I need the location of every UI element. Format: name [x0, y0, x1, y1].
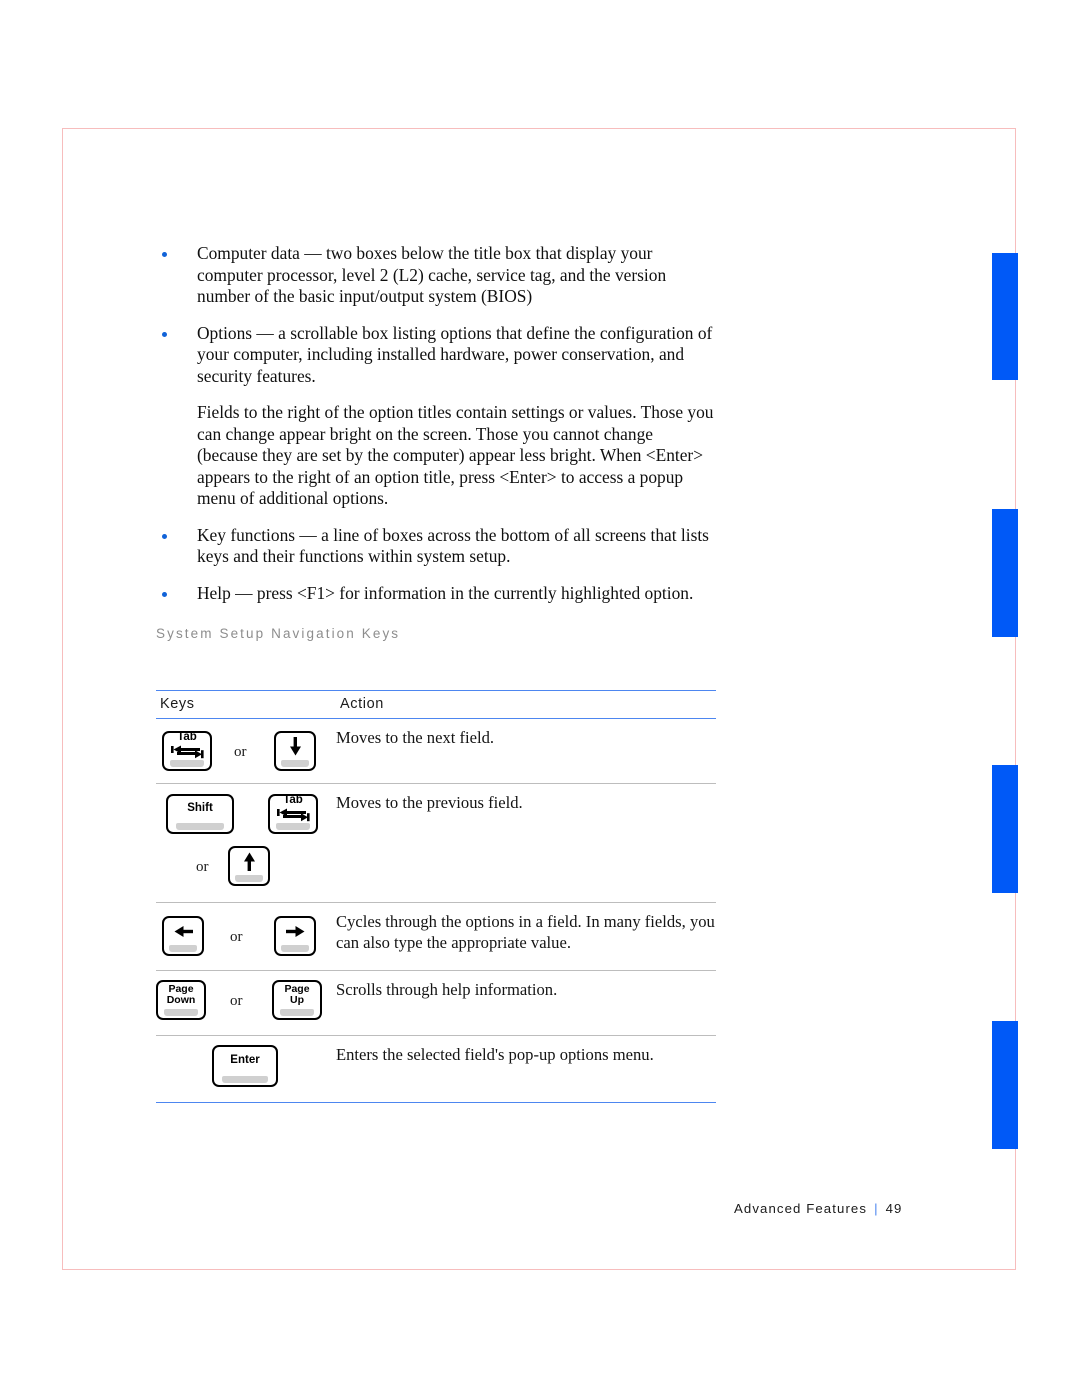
- table-row: or Cycles through the options in a field…: [156, 903, 716, 970]
- bullet-dot-icon: [162, 591, 167, 597]
- table-row: Page Down or Page Up Scrolls through hel…: [156, 971, 716, 1035]
- tab-arrows-icon: [276, 807, 310, 823]
- column-header-keys: Keys: [160, 696, 195, 712]
- bullet-item: Key functions — a line of boxes across t…: [156, 525, 718, 568]
- key-lip: [280, 945, 310, 952]
- row4-action-text: Scrolls through help information.: [336, 980, 558, 999]
- bullet-item: Help — press <F1> for information in the…: [156, 583, 718, 605]
- arrow-right-icon: [285, 924, 305, 939]
- key-enter-label: Enter: [230, 1054, 260, 1067]
- page-footer: Advanced Features | 49: [734, 1201, 902, 1216]
- key-lip: [234, 875, 264, 882]
- key-separator-or: or: [196, 859, 209, 875]
- tab-arrows-icon: [170, 744, 204, 760]
- key-page-up-label-line2: Up: [290, 994, 304, 1006]
- column-header-action: Action: [340, 696, 384, 712]
- key-separator-or: or: [234, 744, 247, 760]
- bullet-text: Computer data — two boxes below the titl…: [197, 243, 667, 306]
- key-arrow-right[interactable]: [274, 916, 316, 956]
- section-heading: System Setup Navigation Keys: [156, 626, 401, 641]
- body-paragraph: Fields to the right of the option titles…: [197, 402, 714, 508]
- edge-tab-3: [992, 765, 1018, 893]
- document-body: Computer data — two boxes below the titl…: [156, 243, 718, 619]
- key-shift-label: Shift: [187, 802, 213, 815]
- bullet-dot-icon: [162, 252, 167, 257]
- key-arrow-left[interactable]: [162, 916, 204, 956]
- key-lip: [176, 823, 224, 830]
- table-row: Enter Enters the selected field's pop-up…: [156, 1036, 716, 1100]
- navigation-keys-table: Keys Action Tab or Moves to the next fie…: [156, 690, 716, 1103]
- key-lip: [279, 1009, 315, 1016]
- bullet-text: Options — a scrollable box listing optio…: [197, 322, 713, 386]
- key-lip: [168, 945, 198, 952]
- row5-action-text: Enters the selected field's pop-up optio…: [336, 1045, 654, 1064]
- key-lip: [275, 823, 311, 830]
- key-lip: [163, 1009, 199, 1016]
- arrow-up-icon: [242, 852, 257, 871]
- key-tab-label: Tab: [283, 794, 303, 806]
- key-page-up[interactable]: Page Up: [272, 980, 322, 1020]
- key-lip: [280, 760, 310, 767]
- key-shift[interactable]: Shift: [166, 794, 234, 834]
- edge-tab-1: [992, 253, 1018, 380]
- key-tab[interactable]: Tab: [268, 794, 318, 834]
- arrow-down-icon: [288, 736, 303, 756]
- edge-tab-2: [992, 509, 1018, 637]
- bullet-item: Options — a scrollable box listing optio…: [156, 323, 718, 388]
- key-page-down[interactable]: Page Down: [156, 980, 206, 1020]
- bullet-item: Computer data — two boxes below the titl…: [156, 243, 718, 308]
- key-arrow-down[interactable]: [274, 731, 316, 771]
- key-enter[interactable]: Enter: [212, 1045, 278, 1087]
- table-bottom-rule: [156, 1102, 716, 1103]
- key-arrow-up[interactable]: [228, 846, 270, 886]
- bullet-dot-icon: [162, 533, 167, 539]
- footer-chapter: Advanced Features: [734, 1201, 868, 1216]
- bullet-dot-icon: [162, 331, 167, 337]
- arrow-left-icon: [174, 924, 193, 939]
- row2-action-text: Moves to the previous field.: [336, 793, 523, 812]
- key-separator-or: or: [230, 993, 243, 1009]
- bullet-text: Key functions — a line of boxes across t…: [197, 524, 709, 567]
- key-lip: [222, 1076, 268, 1083]
- table-row: Shift Tab or Moves to the previous field…: [156, 784, 716, 902]
- row3-action-text: Cycles through the options in a field. I…: [336, 912, 715, 952]
- row1-action-text: Moves to the next field.: [336, 728, 495, 747]
- bullet-text: Help — press <F1> for information in the…: [197, 582, 694, 603]
- table-row: Tab or Moves to the next field.: [156, 719, 716, 783]
- key-tab[interactable]: Tab: [162, 731, 212, 771]
- footer-separator: |: [874, 1201, 879, 1216]
- key-lip: [169, 760, 205, 767]
- footer-page-number: 49: [885, 1201, 903, 1216]
- key-separator-or: or: [230, 929, 243, 945]
- key-tab-label: Tab: [177, 731, 197, 743]
- key-page-down-label-line2: Down: [166, 994, 196, 1006]
- edge-tab-4: [992, 1021, 1018, 1149]
- table-header-row: Keys Action: [156, 691, 716, 718]
